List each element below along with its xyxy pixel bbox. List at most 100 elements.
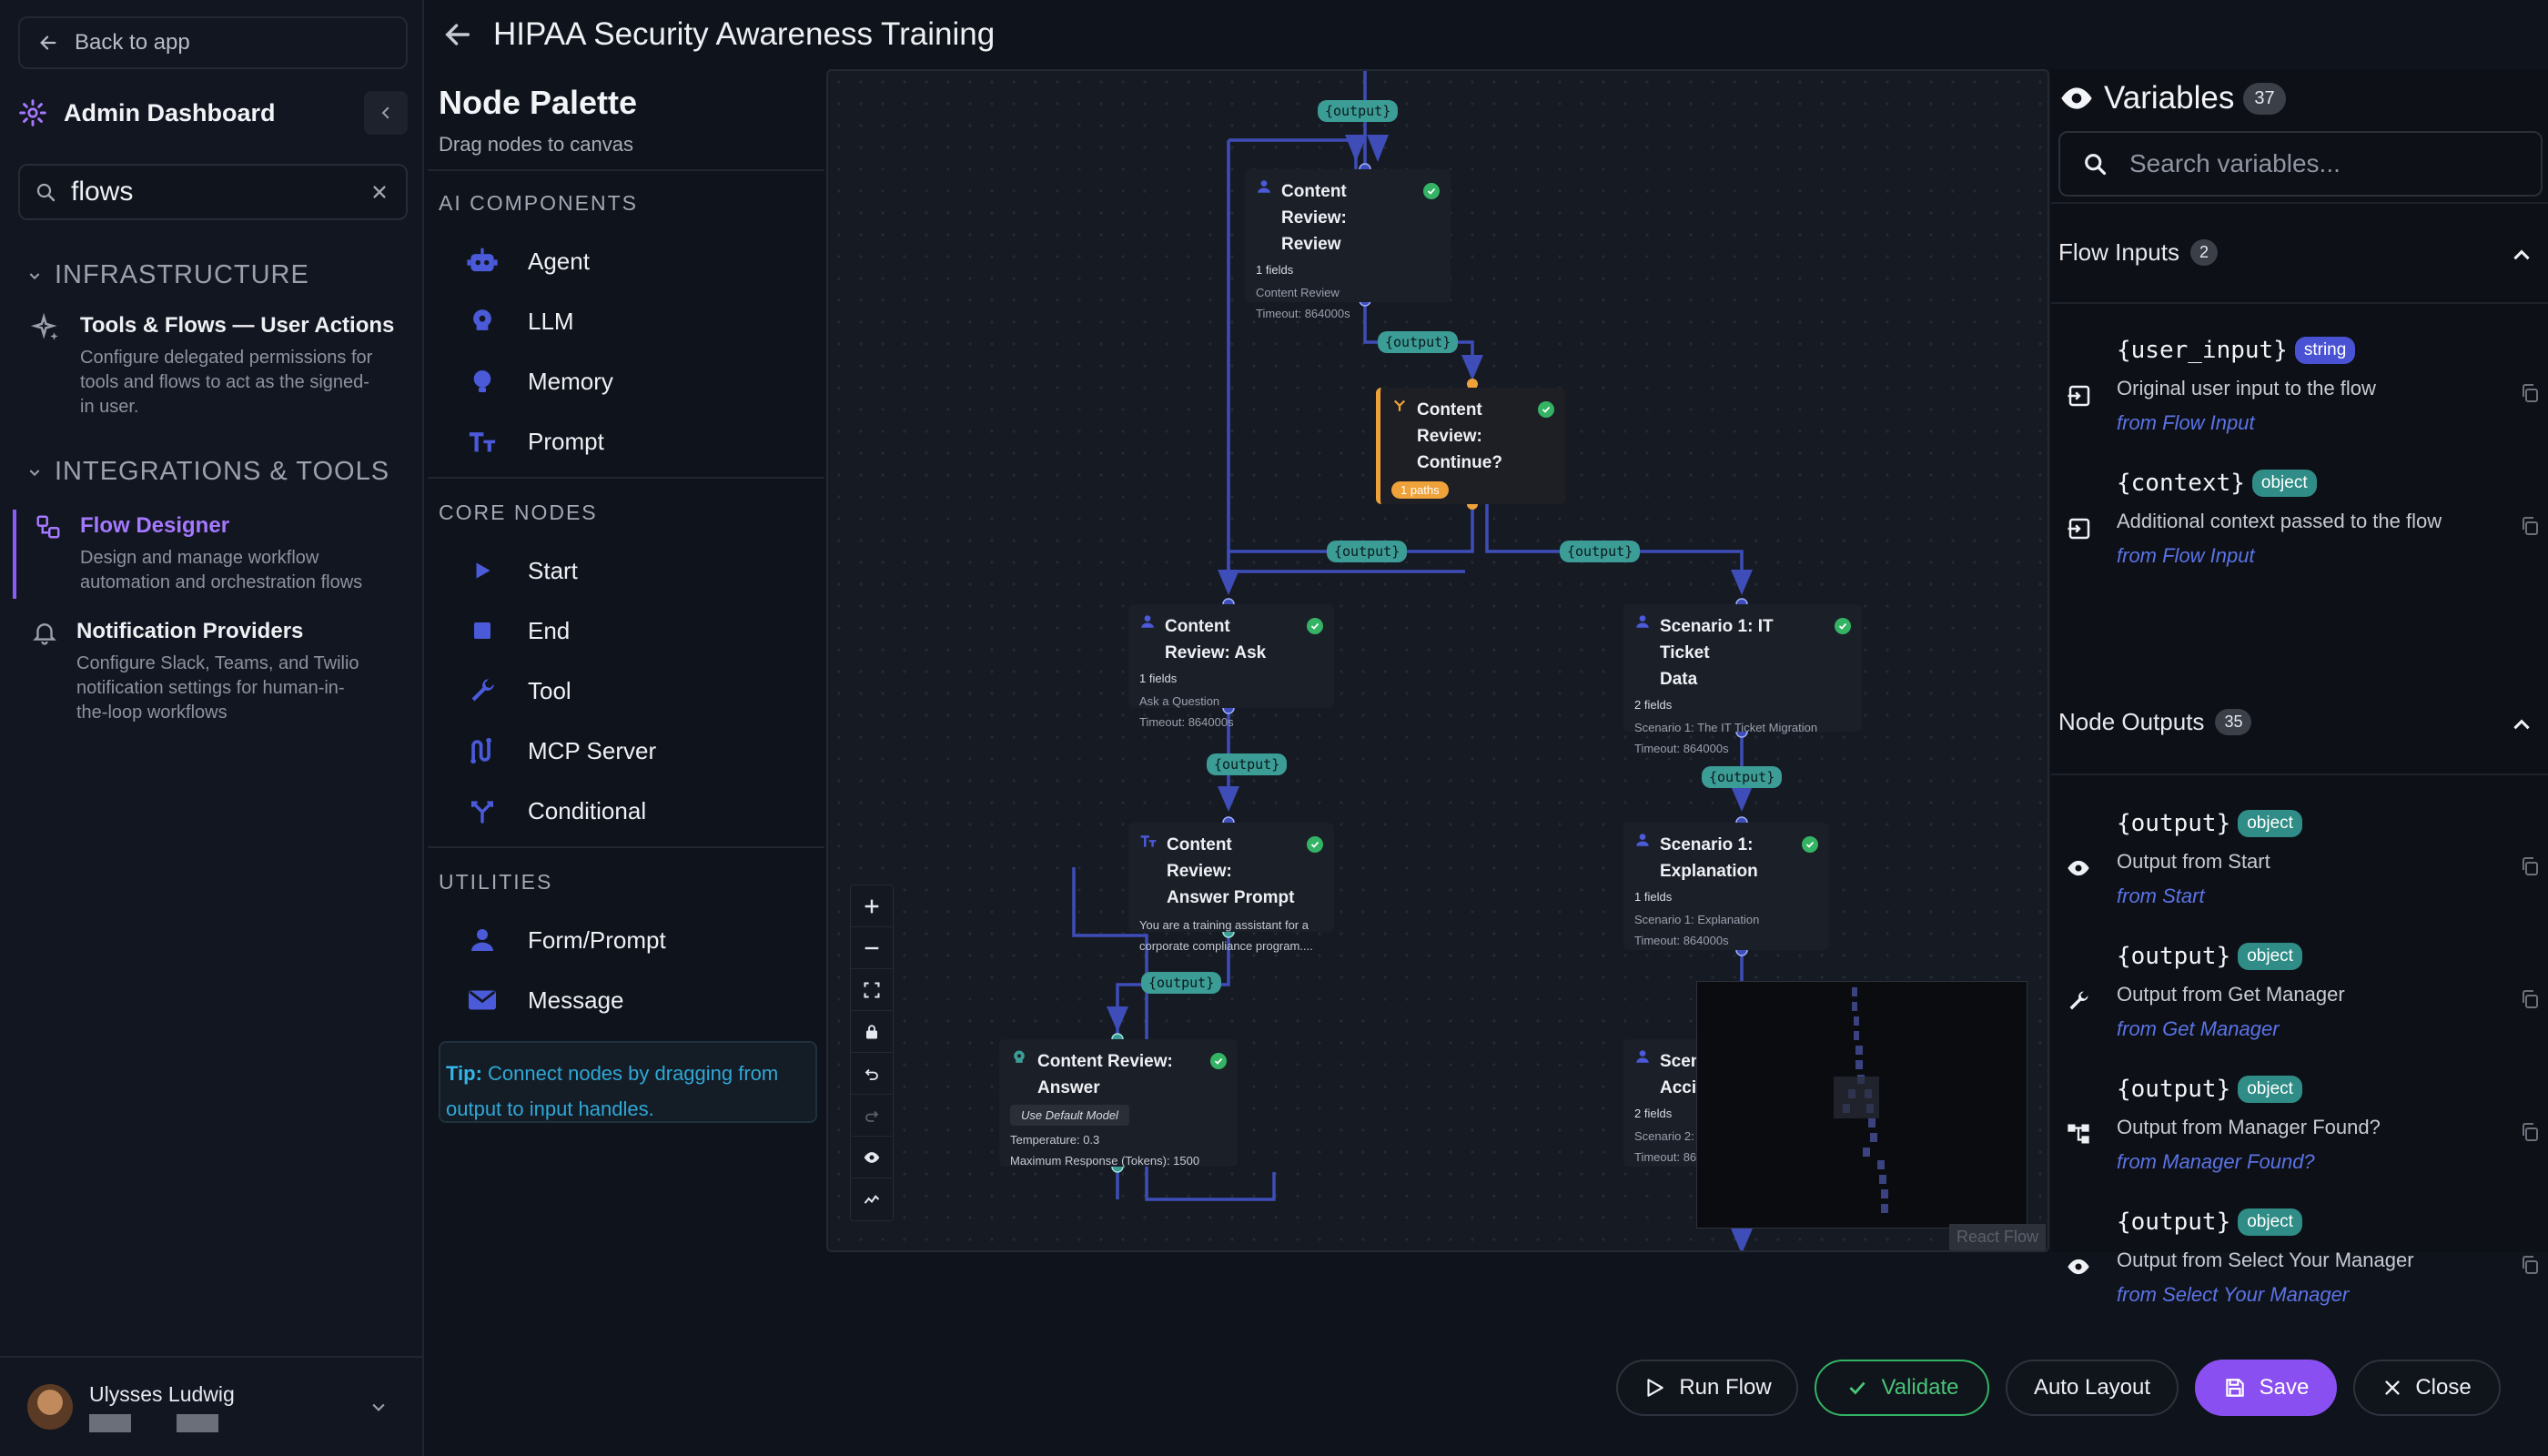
variable-desc: Output from Manager Found?: [2117, 1116, 2381, 1138]
auto-layout-button[interactable]: Auto Layout: [2006, 1360, 2179, 1416]
desc-line: automation and orchestration flows: [80, 572, 363, 592]
react-flow-attribution[interactable]: React Flow: [1948, 1224, 2046, 1250]
sidebar-search-input[interactable]: [71, 177, 344, 207]
variable-desc: Original user input to the flow: [2117, 377, 2376, 399]
check-icon: [1423, 183, 1440, 199]
flow-node-content-review-ask[interactable]: Content Review: Ask 1 fields Ask a Quest…: [1128, 604, 1334, 729]
minimap-viewport[interactable]: [1834, 1077, 1879, 1118]
flow-node-content-review-review[interactable]: Content Review: Review 1 fields Content R…: [1245, 169, 1451, 320]
clear-search-icon[interactable]: [368, 180, 391, 204]
node-meta-line: Timeout: 864000s: [1139, 715, 1234, 729]
minimap-node: [1881, 1189, 1888, 1198]
person-icon: [1634, 613, 1651, 630]
variable-item[interactable]: {context} object Additional context passe…: [2058, 470, 2541, 597]
sidebar-item-notification-providers[interactable]: Notification Providers Configure Slack, …: [13, 619, 413, 725]
flow-node-scenario-explanation[interactable]: Scenario 1: Explanation 1 fields Scenario…: [1623, 823, 1829, 950]
back-to-app-button[interactable]: Back to app: [18, 16, 408, 69]
copy-icon[interactable]: [2519, 382, 2541, 404]
variable-item[interactable]: {output} object Output from Select Your M…: [2058, 1208, 2541, 1306]
redo-icon: [864, 1107, 880, 1124]
node-meta: Temperature: 0.3 Maximum Response (Tokens…: [1010, 1129, 1227, 1171]
validate-button[interactable]: Validate: [1815, 1360, 1989, 1416]
palette-item-end[interactable]: End: [464, 608, 570, 653]
flow-node-content-review-continue[interactable]: Content Review: Continue? 1 paths: [1376, 388, 1565, 504]
palette-item-label: Message: [528, 986, 624, 1014]
flow-node-scenario-it-ticket[interactable]: Scenario 1: IT Ticket Data 2 fields Scena…: [1623, 604, 1862, 755]
chevron-up-icon[interactable]: [2510, 244, 2533, 268]
palette-item-message[interactable]: Message: [464, 977, 624, 1023]
group-title: Flow Inputs: [2058, 238, 2179, 266]
flow-node-content-review-answer-prompt[interactable]: Content Review: Answer Prompt You are a t…: [1128, 823, 1334, 953]
tip-text: output to input handles.: [446, 1097, 654, 1120]
variable-group-header[interactable]: Node Outputs 35: [2058, 708, 2252, 736]
sidebar-item-desc: Design and manage workflow automation an…: [80, 546, 362, 595]
sidebar-item-flow-designer[interactable]: Flow Designer Design and manage workflow…: [13, 510, 413, 599]
sidebar-item-tools-flows[interactable]: Tools & Flows — User Actions Configure d…: [13, 313, 413, 420]
page-header: HIPAA Security Awareness Training: [442, 11, 995, 58]
variable-item[interactable]: {user_input} string Original user input t…: [2058, 337, 2541, 464]
flow-canvas[interactable]: {output} {output} {output} {output} {out…: [826, 69, 2049, 1252]
sidebar-item-desc: Configure delegated permissions for tool…: [80, 346, 394, 420]
chevron-up-icon[interactable]: [2510, 713, 2533, 737]
button-label: Save: [2259, 1375, 2310, 1400]
edge-arrowhead: [1218, 786, 1239, 812]
variables-search-input[interactable]: [2129, 149, 2530, 178]
redo-button[interactable]: [851, 1095, 893, 1137]
mcp-icon: [464, 733, 500, 769]
type-badge: object: [2238, 1208, 2302, 1236]
node-title: Content Review: Continue?: [1417, 397, 1529, 476]
copy-icon[interactable]: [2519, 1121, 2541, 1143]
variable-item[interactable]: {output} object Output from Get Manager f…: [2058, 943, 2541, 1070]
palette-item-mcp-server[interactable]: MCP Server: [464, 728, 656, 774]
save-button[interactable]: Save: [2195, 1360, 2337, 1416]
minimap-node: [1855, 1060, 1863, 1069]
undo-icon: [864, 1066, 880, 1082]
edge-arrowhead: [1367, 135, 1389, 162]
minimap[interactable]: [1696, 981, 2027, 1228]
user-menu[interactable]: Ulysses Ludwig: [0, 1356, 424, 1456]
fit-view-button[interactable]: [851, 969, 893, 1011]
close-icon: [2382, 1378, 2402, 1398]
variable-source: from Manager Found?: [2117, 1150, 2315, 1173]
zoom-out-button[interactable]: [851, 927, 893, 969]
variables-panel: Variables 37 Flow Inputs 2 {user_input}s…: [2051, 69, 2548, 1306]
palette-item-form-prompt[interactable]: Form/Prompt: [464, 917, 666, 963]
edge-arrowhead: [1461, 355, 1483, 380]
palette-item-agent[interactable]: Agent: [464, 238, 590, 284]
palette-item-start[interactable]: Start: [464, 548, 578, 593]
run-flow-button[interactable]: Run Flow: [1616, 1360, 1798, 1416]
copy-icon[interactable]: [2519, 1254, 2541, 1276]
palette-item-memory[interactable]: Memory: [464, 359, 613, 404]
flow-node-content-review-answer[interactable]: Content Review: Answer Use Default Model …: [999, 1039, 1238, 1168]
variable-group-header[interactable]: Flow Inputs 2: [2058, 238, 2218, 267]
back-arrow-icon[interactable]: [442, 19, 473, 50]
palette-item-prompt[interactable]: Prompt: [464, 419, 604, 464]
section-integrations-tools[interactable]: INTEGRATIONS & TOOLS: [27, 457, 389, 487]
toggle-visibility-button[interactable]: [851, 1137, 893, 1178]
check-icon: [1210, 1053, 1227, 1069]
variable-item[interactable]: {output} object Output from Manager Found…: [2058, 1076, 2541, 1203]
lock-button[interactable]: [851, 1011, 893, 1053]
node-title: Scenario 1: Explanation: [1660, 832, 1793, 885]
copy-icon[interactable]: [2519, 988, 2541, 1010]
close-button[interactable]: Close: [2353, 1360, 2501, 1416]
palette-item-llm[interactable]: LLM: [464, 298, 574, 344]
undo-button[interactable]: [851, 1053, 893, 1095]
palette-item-label: Prompt: [528, 427, 604, 455]
palette-item-tool[interactable]: Tool: [464, 668, 571, 713]
collapse-sidebar-button[interactable]: [364, 91, 408, 135]
node-header: Content Review: Review: [1256, 178, 1440, 258]
section-infrastructure[interactable]: INFRASTRUCTURE: [27, 260, 309, 290]
divider: [428, 477, 824, 479]
zoom-in-button[interactable]: [851, 885, 893, 927]
analytics-button[interactable]: [851, 1178, 893, 1220]
node-title: Content Review: Answer: [1037, 1048, 1201, 1101]
palette-item-conditional[interactable]: Conditional: [464, 788, 646, 834]
copy-icon[interactable]: [2519, 855, 2541, 877]
variable-item[interactable]: {output} object Output from Start from St…: [2058, 810, 2541, 937]
node-meta-line: Scenario 1: Explanation: [1634, 913, 1760, 926]
copy-icon[interactable]: [2519, 515, 2541, 537]
person-icon: [1634, 1048, 1651, 1065]
variable-name: {output}: [2117, 810, 2231, 837]
text-icon: [1139, 832, 1158, 850]
